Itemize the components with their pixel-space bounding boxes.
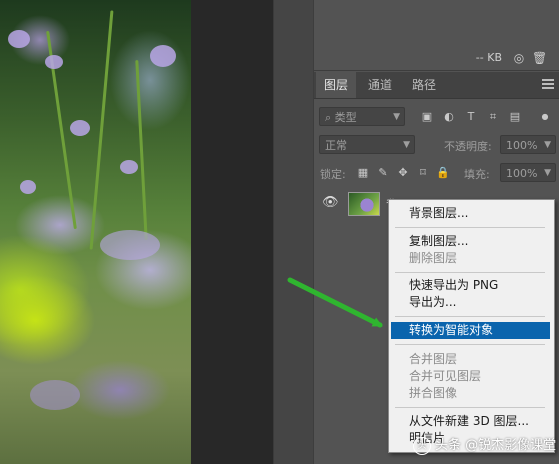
blend-mode-value: 正常 bbox=[325, 139, 347, 152]
menu-item-merge-layers[interactable]: 合并图层 bbox=[391, 351, 550, 368]
chevron-down-icon: ▼ bbox=[403, 140, 410, 150]
photo-detail bbox=[45, 55, 63, 69]
photo-detail bbox=[20, 180, 36, 194]
opacity-value: 100% bbox=[506, 139, 538, 152]
type-filter-icon[interactable]: T bbox=[464, 110, 478, 124]
filter-toggle-icon[interactable]: ● bbox=[538, 110, 552, 124]
info-bar: -- KB ◎ 🗑 bbox=[314, 46, 559, 71]
fill-field[interactable]: 100% ▼ bbox=[500, 163, 556, 182]
layer-thumbnail[interactable] bbox=[348, 192, 380, 216]
photo-detail bbox=[89, 10, 114, 250]
menu-item-new-3d-layer-from-file[interactable]: 从文件新建 3D 图层... bbox=[391, 413, 550, 430]
chevron-down-icon: ▼ bbox=[393, 112, 400, 122]
photo-detail bbox=[150, 45, 176, 67]
tab-layers[interactable]: 图层 bbox=[316, 72, 357, 98]
search-icon: ⌕ bbox=[325, 111, 332, 124]
shape-filter-icon[interactable]: ⌗ bbox=[486, 110, 500, 124]
lock-pixels-icon[interactable]: ✎ bbox=[376, 166, 390, 180]
watermark-text: 头条 @锐杰影像课堂 bbox=[435, 438, 557, 453]
photo-detail bbox=[8, 30, 30, 48]
lock-label: 锁定: bbox=[320, 168, 346, 181]
menu-item-duplicate-layer[interactable]: 复制图层... bbox=[391, 233, 550, 250]
opacity-field[interactable]: 100% ▼ bbox=[500, 135, 556, 154]
menu-item-delete-layer[interactable]: 删除图层 bbox=[391, 250, 550, 267]
photo-detail bbox=[120, 160, 138, 174]
pasteboard bbox=[191, 0, 273, 464]
menu-item-flatten-image[interactable]: 拼合图像 bbox=[391, 385, 550, 402]
fill-value: 100% bbox=[506, 167, 538, 180]
blend-mode-select[interactable]: 正常 ▼ bbox=[319, 135, 415, 154]
menu-item-background-layer[interactable]: 背景图层... bbox=[391, 205, 550, 222]
watermark-logo-icon: 头 bbox=[413, 436, 431, 455]
blend-row: 正常 ▼ 不透明度: 100% ▼ bbox=[314, 135, 559, 161]
trash-icon[interactable]: 🗑 bbox=[532, 51, 547, 65]
chevron-down-icon: ▼ bbox=[544, 140, 551, 150]
watermark: 头头条 @锐杰影像课堂 bbox=[413, 434, 556, 455]
menu-separator bbox=[395, 344, 545, 345]
lock-position-icon[interactable]: ✥ bbox=[396, 166, 410, 180]
lock-artboard-icon[interactable]: ⌑ bbox=[416, 166, 430, 180]
photo-detail bbox=[100, 230, 160, 260]
file-size-label: -- KB bbox=[475, 51, 502, 64]
layer-filter-select[interactable]: ⌕ 类型 ▼ bbox=[319, 107, 405, 126]
panel-menu-icon[interactable] bbox=[542, 79, 554, 89]
panel-tabs: 图层 通道 路径 bbox=[314, 72, 559, 99]
tab-channels[interactable]: 通道 bbox=[360, 72, 400, 98]
photo-detail bbox=[30, 380, 80, 410]
adjustment-filter-icon[interactable]: ◐ bbox=[442, 110, 456, 124]
opacity-label: 不透明度: bbox=[444, 140, 492, 153]
tab-paths[interactable]: 路径 bbox=[404, 72, 444, 98]
visibility-eye-icon[interactable]: 👁 bbox=[322, 196, 339, 210]
menu-separator bbox=[395, 272, 545, 273]
smart-object-filter-icon[interactable]: ▤ bbox=[508, 110, 522, 124]
filter-row: ⌕ 类型 ▼ ▣ ◐ T ⌗ ▤ ● bbox=[314, 107, 559, 133]
menu-separator bbox=[395, 227, 545, 228]
photo-detail bbox=[70, 120, 90, 136]
lock-all-icon[interactable]: 🔒 bbox=[436, 166, 450, 180]
menu-item-export-as[interactable]: 导出为... bbox=[391, 294, 550, 311]
panel-dock-gutter bbox=[273, 0, 314, 464]
pixel-filter-icon[interactable]: ▣ bbox=[420, 110, 434, 124]
document-canvas[interactable] bbox=[0, 0, 191, 464]
filter-type-label: 类型 bbox=[334, 111, 357, 124]
lock-row: 锁定: ▦ ✎ ✥ ⌑ 🔒 填充: 100% ▼ bbox=[314, 163, 559, 189]
cloud-sync-icon[interactable]: ◎ bbox=[512, 51, 526, 65]
photo-detail bbox=[135, 60, 148, 240]
menu-item-quick-export-png[interactable]: 快速导出为 PNG bbox=[391, 277, 550, 294]
layer-context-menu: 背景图层... 复制图层... 删除图层 快速导出为 PNG 导出为... 转换… bbox=[388, 199, 555, 453]
menu-separator bbox=[395, 407, 545, 408]
lock-transparency-icon[interactable]: ▦ bbox=[356, 166, 370, 180]
menu-item-convert-to-smart-object[interactable]: 转换为智能对象 bbox=[391, 322, 550, 339]
menu-item-merge-visible[interactable]: 合并可见图层 bbox=[391, 368, 550, 385]
fill-label: 填充: bbox=[464, 168, 490, 181]
menu-separator bbox=[395, 316, 545, 317]
chevron-down-icon: ▼ bbox=[544, 168, 551, 178]
